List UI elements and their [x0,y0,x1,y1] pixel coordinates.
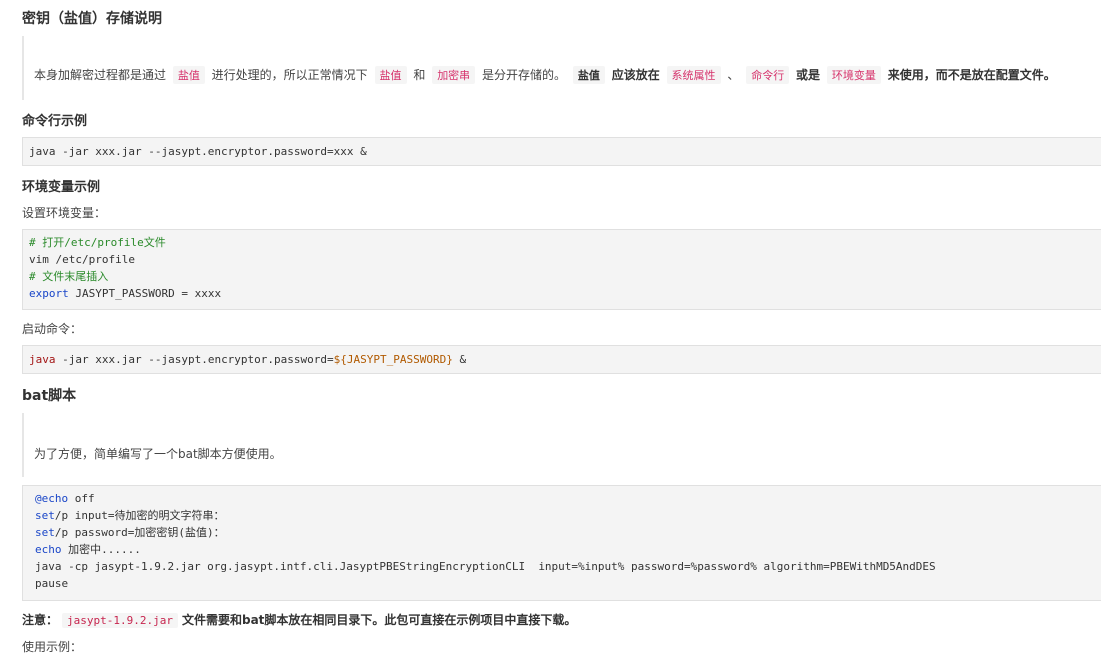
code-block-bat[interactable]: @echo off set/p input=待加密的明文字符串： set/p p… [22,485,1101,601]
text-fragment: 进行处理的，所以正常情况下 [211,68,368,82]
start-label: 启动命令： [22,322,83,336]
usage-label: 使用示例： [22,640,83,654]
text-fragment-bold: 应该放在 [611,68,660,82]
code-text: /p input=待加密的明文字符串： [54,509,225,522]
bat-note-text: 为了方便，简单编写了一个bat脚本方便使用。 [34,447,282,461]
code-line: @echo off [35,490,95,507]
text-fragment-bold: 来使用，而不是放在配置文件。 [887,68,1056,82]
note-label: 注意： [22,613,59,627]
tag-salt-bold: 盐值 [572,66,605,84]
code-line: export JASYPT_PASSWORD = xxxx [29,285,221,302]
code-keyword: java [29,353,56,366]
text-fragment: 本身加解密过程都是通过 [34,68,167,82]
code-keyword: echo [35,543,62,556]
tag-env-var: 环境变量 [826,66,881,84]
env-label: 设置环境变量： [22,206,107,220]
tag-salt: 盐值 [374,66,407,84]
blockquote-salt-note: 本身加解密过程都是通过 盐值 进行处理的，所以正常情况下 盐值 和 加密串 是分… [22,36,1101,100]
heading-key-storage: 密钥（盐值）存储说明 [22,11,162,27]
text-fragment: 、 [727,68,740,82]
code-text: off [68,492,95,505]
code-keyword: set [35,526,55,539]
code-keyword: @echo [35,492,69,505]
text-fragment-bold: 或是 [796,68,821,82]
code-comment-line: # 文件末尾插入 [29,270,109,283]
heading-env-example: 环境变量示例 [22,180,101,195]
tag-salt: 盐值 [172,66,205,84]
heading-bat-script: bat脚本 [22,388,77,404]
text-fragment: 和 [413,68,426,82]
heading-cli-example: 命令行示例 [22,114,88,129]
code-text: /p password=加密密钥(盐值)： [54,526,225,539]
code-text: -jar xxx.jar --jasypt.encryptor.password… [55,353,334,366]
code-line: java -cp jasypt-1.9.2.jar org.jasypt.int… [35,560,936,573]
code-line: java -jar xxx.jar --jasypt.encryptor.pas… [29,145,367,158]
tag-encrypted-string: 加密串 [432,66,476,84]
code-line: vim /etc/profile [29,253,135,266]
code-block-env[interactable]: # 打开/etc/profile文件 vim /etc/profile # 文件… [22,229,1101,310]
code-comment-line: # 打开/etc/profile文件 [29,236,166,249]
blockquote-bat-note: 为了方便，简单编写了一个bat脚本方便使用。 [22,413,1101,477]
code-line: set/p input=待加密的明文字符串： [35,507,224,524]
code-text: 加密中...... [61,543,141,556]
note-line: 注意： jasypt-1.9.2.jar 文件需要和bat脚本放在相同目录下。此包可… [22,611,576,628]
code-text: & [452,353,467,366]
salt-note-text: 本身加解密过程都是通过 盐值 进行处理的，所以正常情况下 盐值 和 加密串 是分… [34,66,1056,84]
inline-code-jar: jasypt-1.9.2.jar [62,613,178,628]
code-keyword: set [35,509,55,522]
note-text: 文件需要和bat脚本放在相同目录下。此包可直接在示例项目中直接下载。 [181,613,577,627]
code-block-cli[interactable]: java -jar xxx.jar --jasypt.encryptor.pas… [22,137,1101,166]
tag-system-property: 系统属性 [666,66,721,84]
code-line: set/p password=加密密钥(盐值)： [35,524,225,541]
code-line: java -jar xxx.jar --jasypt.encryptor.pas… [29,351,466,368]
text-fragment: 是分开存储的。 [482,68,567,82]
code-line: echo 加密中...... [35,541,141,558]
code-variable: ${JASYPT_PASSWORD} [333,353,453,366]
code-line: pause [35,577,69,590]
tag-command-line: 命令行 [746,66,790,84]
code-keyword: export [29,287,69,300]
code-block-start[interactable]: java -jar xxx.jar --jasypt.encryptor.pas… [22,345,1101,374]
code-text: JASYPT_PASSWORD = xxxx [68,287,222,300]
